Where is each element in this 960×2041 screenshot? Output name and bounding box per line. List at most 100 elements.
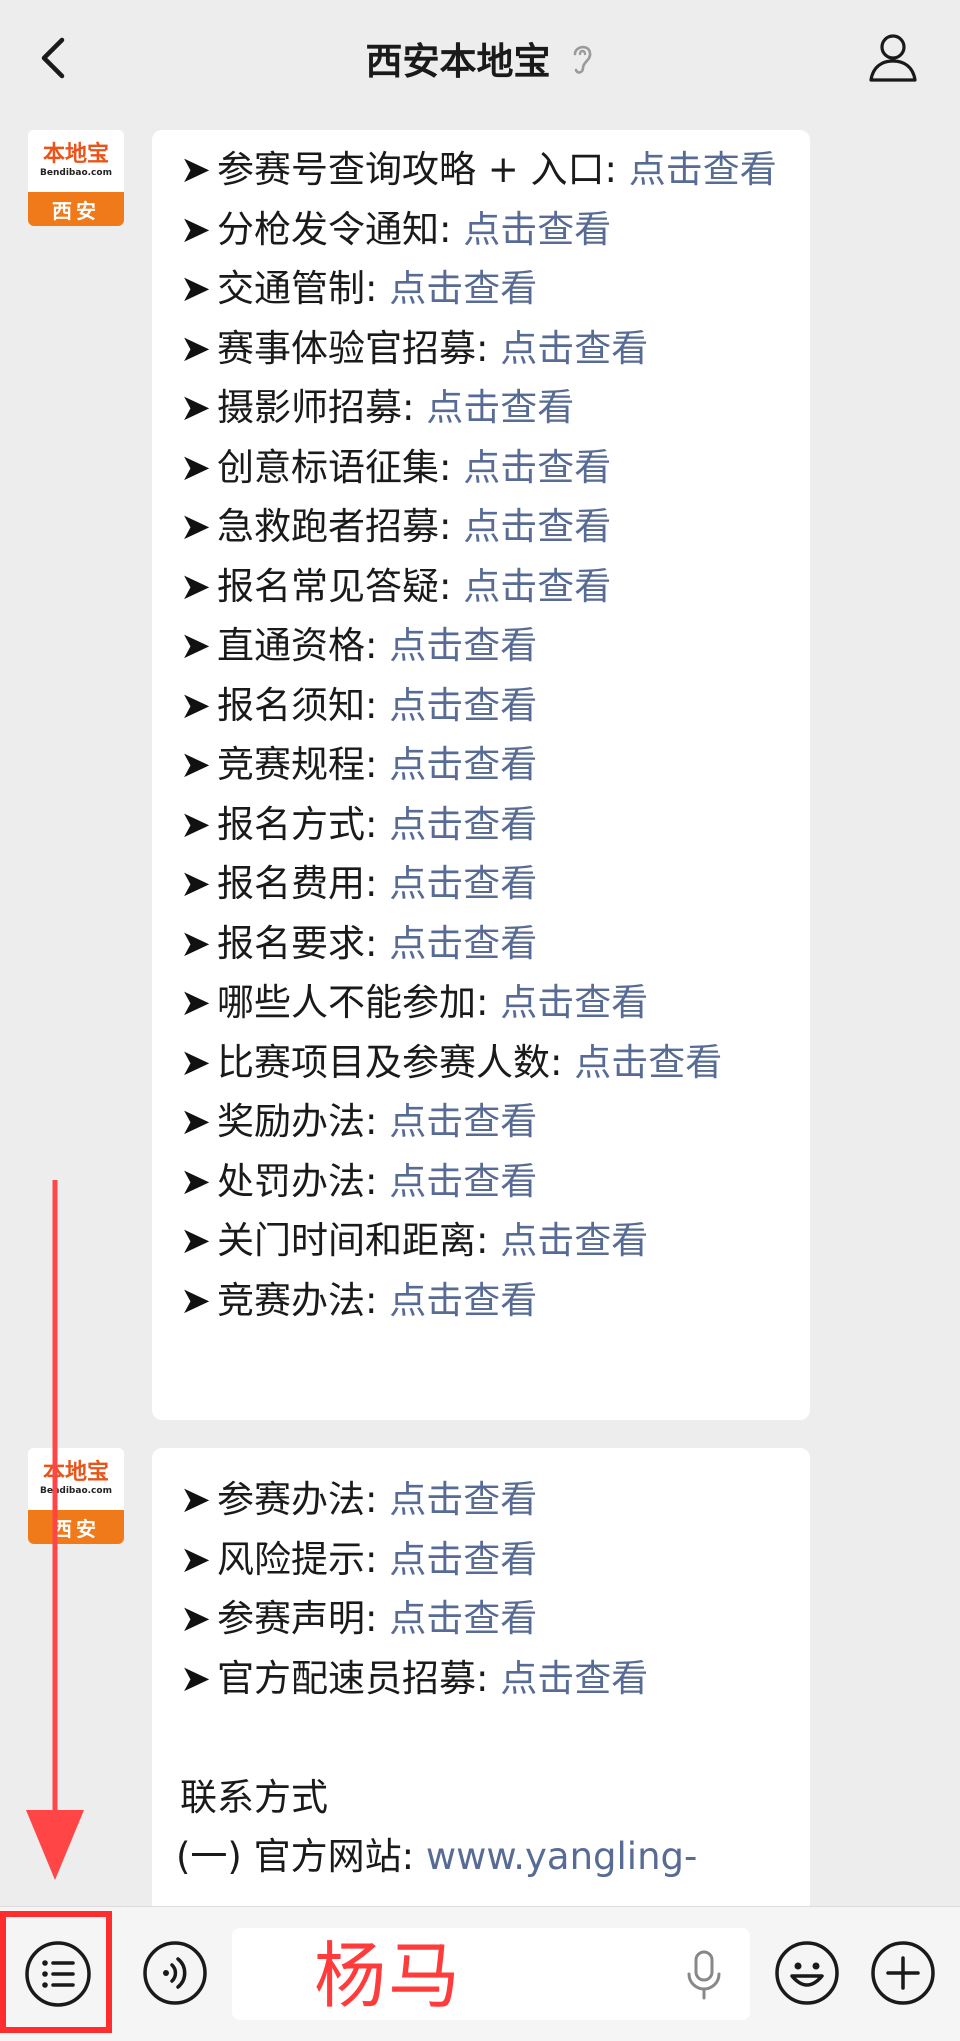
emoji-icon[interactable] [772,1938,842,2008]
view-link[interactable]: 点击查看 [500,1657,648,1700]
view-link[interactable]: 点击查看 [389,1160,537,1203]
list-item: ➤ 直通资格: 点击查看 [180,616,786,676]
view-link[interactable]: 点击查看 [574,1041,722,1084]
list-item: ➤ 官方配速员招募: 点击查看 [180,1649,786,1709]
list-item: ➤ 处罚办法: 点击查看 [180,1152,786,1212]
view-link[interactable]: 点击查看 [463,565,611,608]
list-item: ➤ 报名须知: 点击查看 [180,676,786,736]
list-item: ➤ 竞赛办法: 点击查看 [180,1271,786,1331]
item-label: 官方配速员招募: [217,1656,501,1700]
view-link[interactable]: 点击查看 [389,922,537,965]
list-item: ➤ 竞赛规程: 点击查看 [180,735,786,795]
view-link[interactable]: 点击查看 [389,803,537,846]
item-label: 参赛声明: [217,1597,390,1640]
list-item: ➤ 报名方式: 点击查看 [180,795,786,855]
arrow-bullet: ➤ [180,1597,212,1640]
view-link[interactable]: 点击查看 [629,148,777,191]
title-container: 西安本地宝 [0,30,960,86]
website-line: (一) 官方网站: www.yangling- [176,1827,786,1887]
avatar-brand: 本地宝 [42,142,109,167]
message-bubble: ➤ 参赛办法: 点击查看 ➤ 风险提示: 点击查看 ➤ 参赛声明: 点击查看 ➤ 官方配速员招… [152,1448,810,1968]
view-link[interactable]: 点击查看 [500,1219,648,1262]
view-link[interactable]: 点击查看 [500,981,648,1024]
view-link[interactable]: 点击查看 [389,743,537,786]
view-link[interactable]: 点击查看 [389,862,537,905]
list-item: ➤ 报名要求: 点击查看 [180,914,786,974]
list-item: ➤ 分枪发令通知: 点击查看 [180,200,786,260]
arrow-bullet: ➤ [180,148,212,191]
view-link[interactable]: 点击查看 [463,446,611,489]
item-label: 比赛项目及参赛人数: [217,1040,575,1084]
view-link[interactable]: 点击查看 [389,1279,537,1322]
item-label: 报名须知: [217,683,390,727]
arrow-bullet: ➤ [180,1100,212,1143]
item-label: 交通管制: [217,267,390,310]
item-label: 赛事体验官招募: [217,326,501,370]
arrow-bullet: ➤ [180,564,212,608]
view-link[interactable]: 点击查看 [389,624,537,667]
list-item: ➤ 关门时间和距离: 点击查看 [180,1211,786,1271]
arrow-bullet: ➤ [180,981,212,1024]
annotation-arrow [26,1180,84,1880]
list-item: ➤ 哪些人不能参加: 点击查看 [180,973,786,1033]
item-label: 报名常见答疑: [217,564,464,608]
website-label: (一) 官方网站: [176,1835,426,1878]
plus-icon[interactable] [868,1938,938,2008]
item-label: 创意标语征集: [217,445,464,489]
item-label: 竞赛办法: [217,1278,390,1322]
chat-page: 西安本地宝 本地宝 Bendibao.com 西安 ➤ 参赛号查询攻略 + 入口:… [0,0,960,2041]
arrow-bullet: ➤ [180,862,212,905]
arrow-bullet: ➤ [180,1537,212,1581]
avatar[interactable]: 本地宝 Bendibao.com 西安 [28,130,124,226]
item-label: 分枪发令通知: [217,207,464,251]
menu-list-icon[interactable] [22,1938,94,2010]
voice-icon[interactable] [140,1938,210,2008]
view-link[interactable]: 点击查看 [389,684,537,727]
list-item: ➤ 交通管制: 点击查看 [180,259,786,319]
view-link[interactable]: 点击查看 [389,1100,537,1143]
microphone-icon[interactable] [684,1948,724,2002]
profile-icon[interactable] [866,30,920,84]
arrow-bullet: ➤ [180,505,212,548]
list-item: ➤ 参赛号查询攻略 + 入口: 点击查看 [180,140,786,200]
input-text: 杨马 [314,1934,463,2018]
website-link[interactable]: www.yangling- [426,1835,698,1878]
view-link[interactable]: 点击查看 [500,327,648,370]
arrow-bullet: ➤ [180,683,212,727]
item-label: 参赛号查询攻略 + 入口: [217,148,629,191]
arrow-bullet: ➤ [180,1159,212,1203]
view-link[interactable]: 点击查看 [463,505,611,548]
view-link[interactable]: 点击查看 [389,1478,537,1521]
arrow-bullet: ➤ [180,386,212,429]
view-link[interactable]: 点击查看 [389,267,537,310]
item-label: 关门时间和距离: [217,1219,501,1262]
arrow-bullet: ➤ [180,1656,212,1700]
list-item: ➤ 赛事体验官招募: 点击查看 [180,319,786,379]
list-item: ➤ 参赛声明: 点击查看 [180,1589,786,1649]
arrow-bullet: ➤ [180,1278,212,1322]
item-label: 奖励办法: [217,1100,390,1143]
contact-heading: 联系方式 [180,1775,328,1819]
list-item: ➤ 报名费用: 点击查看 [180,854,786,914]
view-link[interactable]: 点击查看 [389,1597,537,1640]
avatar-logo: 本地宝 Bendibao.com [28,130,124,192]
list-item: ➤ 比赛项目及参赛人数: 点击查看 [180,1033,786,1093]
view-link[interactable]: 点击查看 [426,386,574,429]
list-item: ➤ 风险提示: 点击查看 [180,1530,786,1590]
top-bar: 西安本地宝 [0,0,960,118]
arrow-bullet: ➤ [180,624,212,667]
view-link[interactable]: 点击查看 [463,208,611,251]
item-label: 竞赛规程: [217,743,390,786]
message-input[interactable]: 杨马 [232,1928,750,2020]
item-label: 报名方式: [217,802,390,846]
item-label: 摄影师招募: [217,386,427,429]
item-label: 报名要求: [217,921,390,965]
arrow-bullet: ➤ [180,207,212,251]
ear-icon [573,45,591,74]
list-item: ➤ 急救跑者招募: 点击查看 [180,497,786,557]
item-label: 哪些人不能参加: [217,981,501,1024]
view-link[interactable]: 点击查看 [389,1538,537,1581]
list-item: ➤ 参赛办法: 点击查看 [180,1470,786,1530]
list-item: ➤ 创意标语征集: 点击查看 [180,438,786,498]
